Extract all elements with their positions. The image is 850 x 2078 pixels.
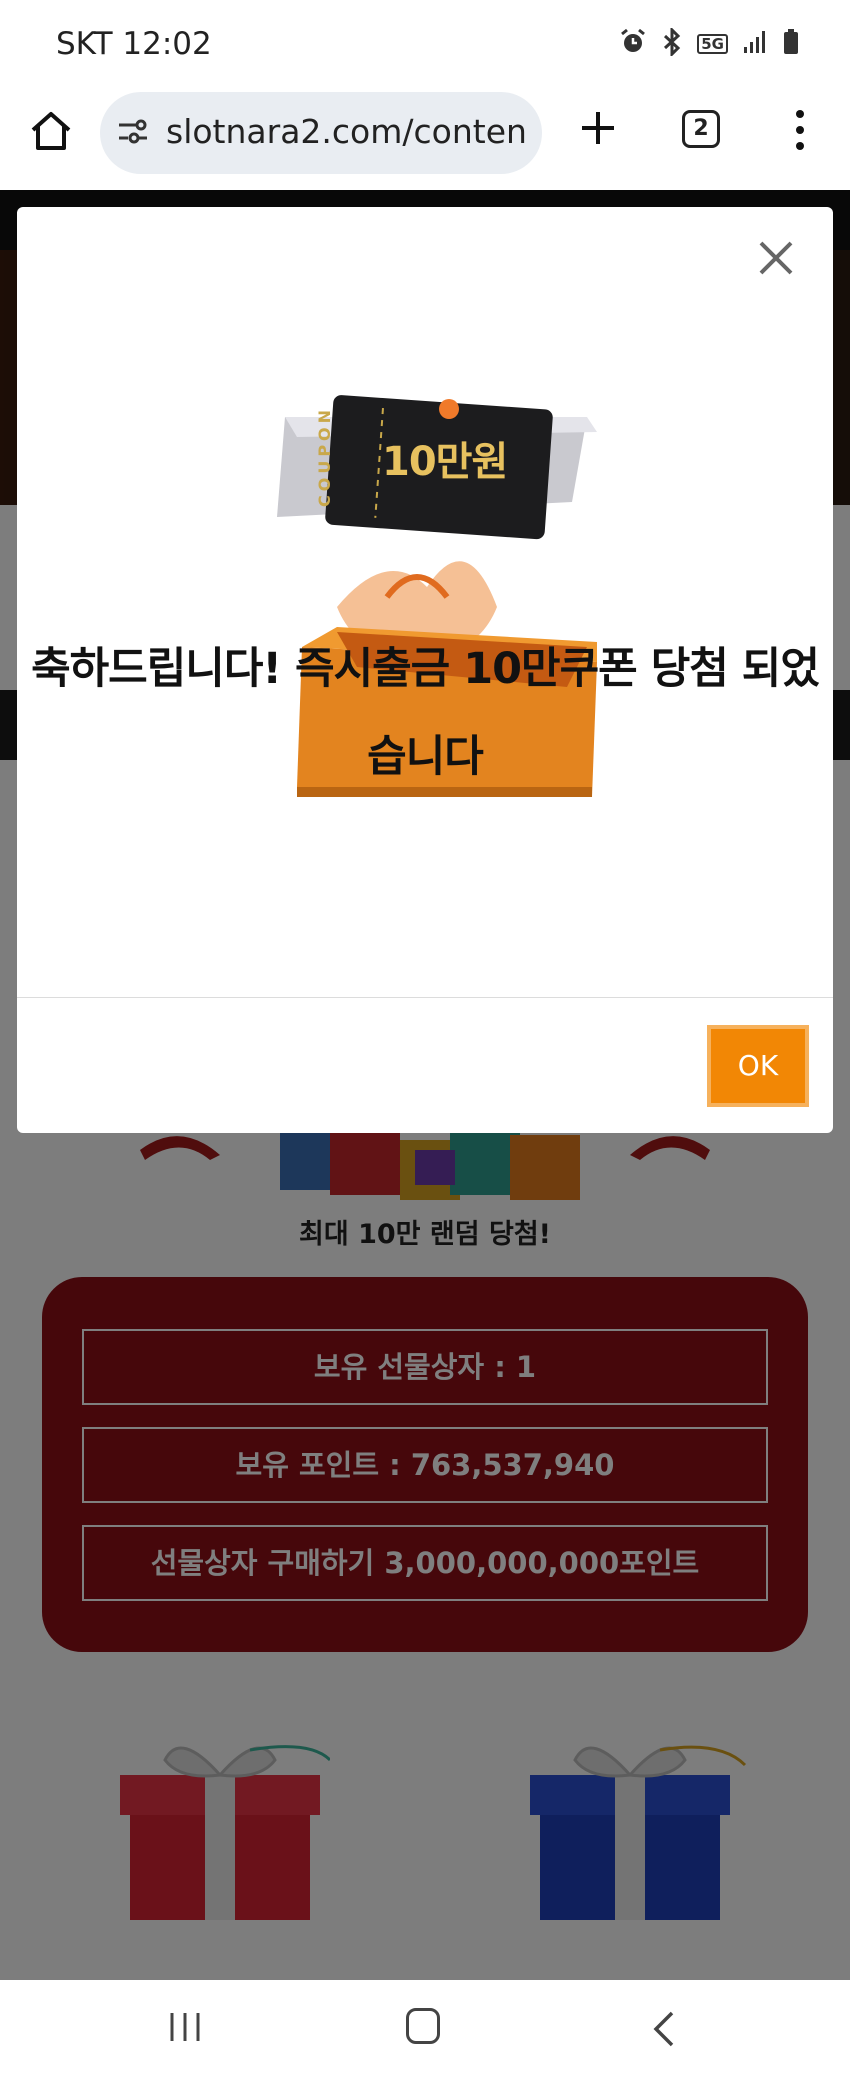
tab-switcher-button[interactable]: 2 — [682, 110, 720, 148]
prize-message: 축하드립니다! 즉시출금 10만쿠폰 당첨 되었습니다 — [31, 644, 820, 782]
bluetooth-icon — [661, 26, 683, 60]
system-nav-bar — [0, 1980, 850, 2078]
alarm-icon — [619, 28, 647, 60]
coupon-label: COUPON — [315, 405, 334, 507]
battery-icon — [782, 28, 800, 60]
coupon-amount: 10만원 — [382, 439, 508, 485]
status-icons: 5G — [619, 26, 800, 60]
new-tab-icon[interactable] — [578, 108, 618, 148]
home-icon[interactable] — [28, 108, 74, 154]
system-home-button[interactable] — [406, 2008, 440, 2044]
network-5g-icon: 5G — [697, 34, 728, 54]
status-bar: SKT 12:02 5G — [0, 0, 850, 90]
close-icon[interactable] — [755, 237, 797, 279]
status-time: SKT 12:02 — [56, 26, 212, 62]
browser-toolbar: slotnara2.com/content/ 2 — [0, 90, 850, 190]
ok-button[interactable]: OK — [707, 1025, 809, 1107]
url-text[interactable]: slotnara2.com/content/ — [166, 112, 526, 151]
site-settings-icon[interactable] — [116, 114, 150, 148]
prize-modal: COUPON 10만원 축하드립니다! 즉시출금 10만쿠폰 당첨 되었습니다 … — [17, 207, 833, 1133]
address-bar[interactable]: slotnara2.com/content/ — [100, 92, 542, 174]
back-icon[interactable] — [652, 2010, 676, 2048]
recent-apps-icon[interactable] — [168, 2010, 202, 2044]
signal-icon — [742, 29, 768, 59]
modal-divider — [17, 997, 833, 998]
more-menu-icon[interactable] — [790, 108, 810, 152]
